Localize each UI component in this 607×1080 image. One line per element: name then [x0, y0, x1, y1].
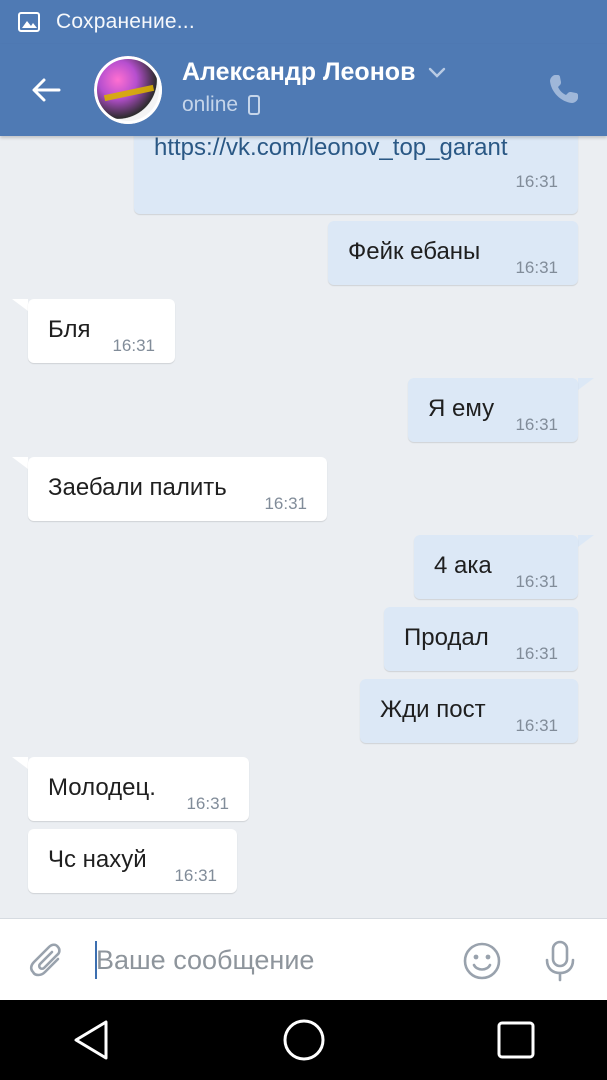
message-text: Бля — [48, 316, 91, 343]
microphone-icon[interactable] — [540, 939, 580, 983]
message-text: Я ему — [428, 395, 495, 422]
back-button[interactable] — [26, 70, 66, 110]
message-outgoing[interactable]: https://vk.com/leonov_top_garant 16:31 — [134, 136, 578, 214]
message-time: 16:31 — [515, 172, 558, 191]
message-input[interactable] — [92, 937, 432, 983]
chevron-down-icon — [428, 67, 446, 78]
message-text: Продал — [404, 624, 489, 651]
message-text: Заебали палить — [48, 474, 227, 501]
mobile-device-icon — [248, 95, 261, 115]
status-bar: Сохранение... — [0, 0, 607, 44]
smile-icon[interactable] — [462, 941, 502, 981]
message-time: 16:31 — [186, 794, 229, 813]
message-text: Чс нахуй — [48, 846, 147, 873]
nav-home-icon[interactable] — [282, 1018, 326, 1062]
message-time: 16:31 — [515, 258, 558, 277]
chat-title[interactable]: Александр Леонов online — [182, 58, 446, 117]
message-time: 16:31 — [515, 415, 558, 434]
message-composer — [0, 918, 607, 1000]
nav-back-icon[interactable] — [70, 1018, 112, 1062]
presence-status: online — [182, 93, 239, 116]
message-link[interactable]: https://vk.com/leonov_top_garant — [154, 136, 508, 162]
message-incoming[interactable]: Чс нахуй 16:31 — [28, 829, 237, 893]
message-incoming[interactable]: Молодец. 16:31 — [28, 757, 249, 821]
nav-recent-apps-icon[interactable] — [496, 1020, 536, 1060]
message-text: 4 ака — [434, 552, 492, 579]
message-time: 16:31 — [515, 644, 558, 663]
message-outgoing[interactable]: 4 ака 16:31 — [414, 535, 578, 599]
message-time: 16:31 — [174, 866, 217, 885]
phone-icon[interactable] — [547, 72, 581, 106]
message-outgoing[interactable]: Продал 16:31 — [384, 607, 578, 671]
message-incoming[interactable]: Бля 16:31 — [28, 299, 175, 363]
message-outgoing[interactable]: Я ему 16:31 — [408, 378, 578, 442]
message-time: 16:31 — [515, 716, 558, 735]
message-list[interactable]: https://vk.com/leonov_top_garant 16:31 Ф… — [0, 136, 607, 918]
message-time: 16:31 — [264, 494, 307, 513]
paperclip-icon[interactable] — [28, 941, 66, 981]
image-icon — [18, 12, 40, 32]
message-incoming[interactable]: Заебали палить 16:31 — [28, 457, 327, 521]
chat-header: Александр Леонов online — [0, 44, 607, 136]
system-nav-bar — [0, 1000, 607, 1080]
message-outgoing[interactable]: Жди пост 16:31 — [360, 679, 578, 743]
message-text: Жди пост — [380, 696, 486, 723]
status-text: Сохранение... — [56, 10, 195, 33]
message-text: Молодец. — [48, 774, 156, 801]
contact-name: Александр Леонов — [182, 58, 416, 86]
message-outgoing[interactable]: Фейк ебаны 16:31 — [328, 221, 578, 285]
message-text: Фейк ебаны — [348, 238, 481, 265]
message-time: 16:31 — [112, 336, 155, 355]
avatar[interactable] — [94, 56, 162, 124]
message-time: 16:31 — [515, 572, 558, 591]
arrow-left-icon — [32, 78, 61, 102]
